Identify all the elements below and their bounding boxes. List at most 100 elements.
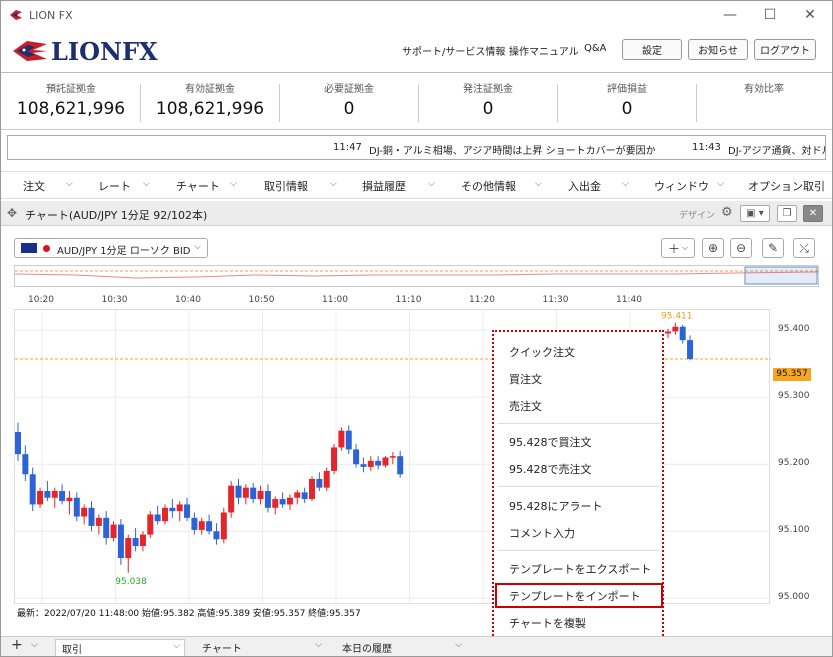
manual-link[interactable]: 操作マニュアル: [509, 43, 579, 58]
menu-item-sell-at-price[interactable]: 95.428で売注文: [509, 461, 592, 477]
close-button[interactable]: ✕: [790, 1, 830, 29]
ticker-headline[interactable]: DJ-アジア通貨、対ドル: [728, 142, 825, 157]
high-price-label: 95.411: [661, 312, 693, 322]
chevron-down-icon: ⌵: [535, 179, 542, 189]
time-tick-label: 10:40: [175, 295, 201, 305]
menu-trade-info[interactable]: 取引情報: [264, 178, 308, 194]
candle: [73, 497, 80, 517]
zoom-out-button[interactable]: ⊖: [730, 238, 752, 258]
tab-chart[interactable]: チャート ⌵: [196, 639, 326, 656]
summary-label: 必要証拠金: [324, 84, 374, 95]
candle: [367, 460, 374, 467]
brand-header: LIONFX サポート/サービス情報 操作マニュアル Q&A 設定 お知らせ ロ…: [1, 29, 832, 73]
low-price-label: 95.038: [115, 577, 147, 587]
chart-window-title: チャート(AUD/JPY 1分足 92/102本): [25, 209, 208, 222]
logo-text: LIONFX: [51, 36, 158, 66]
menu-order[interactable]: 注文: [23, 178, 45, 194]
chevron-down-icon: ⌵: [428, 179, 435, 189]
candle: [397, 456, 404, 475]
menu-item-export-template[interactable]: テンプレートをエクスポート: [509, 561, 651, 577]
gear-icon[interactable]: ⚙: [721, 205, 733, 220]
draw-button[interactable]: ✎: [762, 238, 784, 258]
chevron-down-icon: ⌵: [66, 179, 73, 189]
menu-item-import-template[interactable]: テンプレートをインポート: [509, 588, 641, 604]
candle: [169, 507, 176, 512]
close-chart-icon[interactable]: ✕: [803, 205, 823, 222]
menu-other-info[interactable]: その他情報: [461, 178, 516, 194]
candle: [81, 507, 88, 517]
price-tick-label: 95.400: [778, 324, 810, 335]
time-tick-label: 11:00: [322, 295, 348, 305]
menu-item-duplicate-chart[interactable]: チャートを複製: [509, 615, 586, 631]
design-label: デザイン: [679, 211, 716, 221]
candle: [184, 504, 191, 518]
menu-item-add-comment[interactable]: コメント入力: [509, 525, 575, 541]
candle: [44, 491, 51, 498]
menu-item-alert-at-price[interactable]: 95.428にアラート: [509, 498, 603, 514]
symbol-select[interactable]: AUD/JPY 1分足 ローソク BID ⌵: [14, 238, 208, 258]
trendline-icon: ⤯: [799, 240, 809, 255]
summary-label: 有効比率: [744, 84, 784, 95]
candle: [213, 531, 220, 540]
chevron-down-icon: ⌵: [455, 640, 462, 650]
plus-icon[interactable]: +: [11, 637, 23, 653]
menu-item-quick-order[interactable]: クイック注文: [509, 344, 575, 360]
chevron-down-icon[interactable]: ⌵: [31, 640, 38, 650]
menu-pl-history[interactable]: 損益履歴: [362, 178, 406, 194]
candle: [139, 534, 146, 546]
account-summary: 預託証拠金 108,621,996 有効証拠金 108,621,996 必要証拠…: [1, 74, 832, 130]
menu-window[interactable]: ウィンドウ: [654, 178, 709, 194]
menu-item-sell-order[interactable]: 売注文: [509, 398, 542, 414]
tab-label: 本日の履歴: [342, 644, 392, 655]
current-price-tag: 95.357: [773, 368, 811, 381]
menu-item-buy-order[interactable]: 買注文: [509, 371, 542, 387]
candle: [665, 331, 671, 334]
trendline-button[interactable]: ⤯: [793, 238, 815, 258]
summary-value: 108,621,996: [16, 99, 126, 119]
candle: [176, 504, 183, 512]
restore-window-icon[interactable]: ❐: [777, 205, 797, 222]
summary-deposit: 預託証拠金 108,621,996: [1, 80, 141, 124]
chevron-down-icon: ⌵: [230, 179, 237, 189]
summary-value: 0: [621, 99, 633, 119]
tab-today-history[interactable]: 本日の履歴 ⌵: [336, 639, 466, 656]
candle: [235, 485, 242, 498]
summary-label: 発注証拠金: [463, 84, 513, 95]
time-tick-label: 10:50: [248, 295, 275, 305]
chart-overview-navigator[interactable]: [14, 265, 819, 287]
candle: [375, 460, 382, 466]
candle: [672, 326, 679, 332]
ticker-headline[interactable]: DJ-銅・アルミ相場、アジア時間は上昇 ショートカバーが要因か: [369, 142, 656, 157]
notices-button[interactable]: お知らせ: [688, 39, 748, 60]
move-icon[interactable]: ✥: [7, 206, 17, 220]
candle: [294, 492, 301, 498]
layout-dropdown-button[interactable]: ▣ ▾: [740, 205, 770, 222]
candle: [687, 340, 694, 359]
menu-option-trading[interactable]: オプション取引: [748, 178, 825, 194]
chevron-down-icon: ⌵: [173, 641, 180, 651]
chevron-down-icon: ⌵: [681, 243, 689, 252]
minimize-button[interactable]: —: [710, 1, 750, 29]
settings-button[interactable]: 設定: [622, 39, 682, 60]
summary-order-margin: 発注証拠金 0: [418, 80, 558, 124]
overview-line: [14, 266, 819, 285]
candle: [220, 512, 227, 540]
zoom-in-button[interactable]: ⊕: [702, 238, 724, 258]
tab-trade[interactable]: 取引 ⌵: [55, 639, 185, 656]
menu-deposit-withdraw[interactable]: 入出金: [568, 178, 601, 194]
logout-button[interactable]: ログアウト: [754, 39, 816, 60]
menu-chart[interactable]: チャート: [176, 178, 220, 194]
time-tick-label: 11:30: [542, 295, 569, 305]
window-title: LION FX: [29, 8, 73, 22]
maximize-button[interactable]: ☐: [750, 1, 790, 29]
support-link[interactable]: サポート/サービス情報: [402, 43, 505, 58]
menu-rate[interactable]: レート: [98, 178, 131, 194]
faq-link[interactable]: Q&A: [584, 43, 607, 54]
menu-item-buy-at-price[interactable]: 95.428で買注文: [509, 434, 592, 450]
news-ticker[interactable]: 11:47 DJ-銅・アルミ相場、アジア時間は上昇 ショートカバーが要因か 11…: [7, 135, 826, 160]
add-indicator-button[interactable]: ＋ ⌵: [661, 238, 695, 258]
candle: [22, 454, 29, 475]
chart-context-menu: クイック注文 買注文 売注文 95.428で買注文 95.428で売注文 95.…: [492, 330, 664, 640]
candle: [95, 517, 102, 526]
summary-effective-margin: 有効証拠金 108,621,996: [140, 80, 280, 124]
